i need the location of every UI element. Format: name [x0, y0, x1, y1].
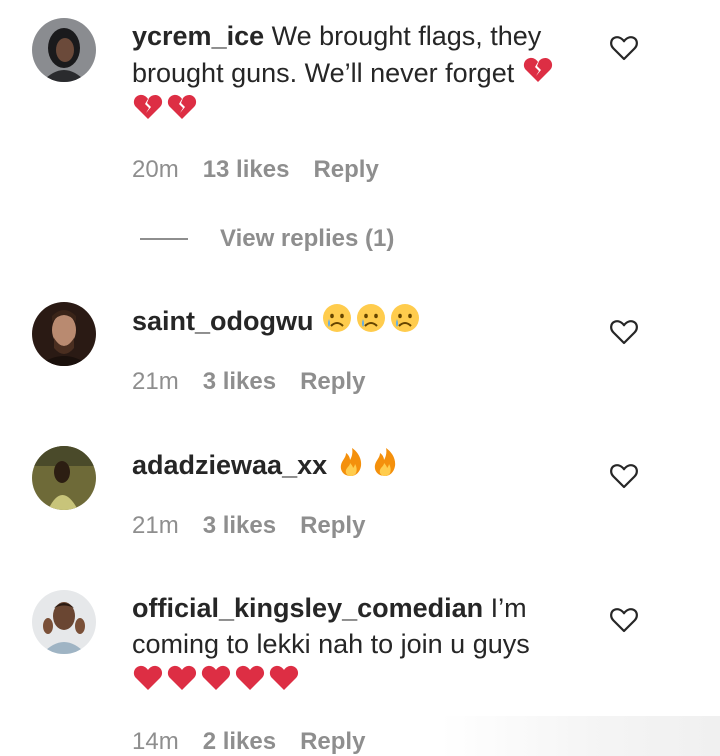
reply-button[interactable]: Reply	[313, 156, 378, 184]
comment-time: 14m	[132, 728, 179, 755]
avatar-image	[32, 590, 96, 654]
comment-time: 20m	[132, 156, 179, 183]
comment-time: 21m	[132, 512, 179, 539]
reply-button[interactable]: Reply	[300, 512, 365, 540]
red-heart-emoji	[166, 662, 198, 694]
broken-heart-emoji	[132, 91, 164, 123]
comment-username[interactable]: adadziewaa_xx	[132, 450, 327, 480]
like-heart-icon[interactable]	[608, 460, 640, 492]
emoji-group	[132, 662, 300, 694]
comment-body: adadziewaa_xx	[132, 446, 582, 483]
comment-meta: 14m 2 likes Reply	[132, 728, 365, 756]
comment-body: saint_odogwu	[132, 302, 582, 339]
avatar[interactable]	[32, 590, 96, 654]
comment-likes[interactable]: 13 likes	[203, 156, 290, 184]
avatar-image	[32, 302, 96, 366]
bottom-fade-overlay	[440, 716, 720, 756]
like-heart-icon[interactable]	[608, 604, 640, 636]
emoji-group	[335, 446, 401, 478]
avatar-image	[32, 18, 96, 82]
like-heart-icon[interactable]	[608, 32, 640, 64]
red-heart-emoji	[132, 662, 164, 694]
comment-meta: 20m 13 likes Reply	[132, 156, 379, 184]
comment-username[interactable]: ycrem_ice	[132, 21, 264, 51]
emoji-group	[321, 302, 421, 334]
view-replies-button[interactable]: View replies (1)	[140, 222, 394, 256]
view-replies-divider	[140, 238, 188, 240]
avatar[interactable]	[32, 18, 96, 82]
like-heart-icon[interactable]	[608, 316, 640, 348]
view-replies-label: View replies (1)	[220, 225, 395, 252]
comment-meta: 21m 3 likes Reply	[132, 368, 365, 396]
red-heart-emoji	[268, 662, 300, 694]
crying-face-emoji	[321, 302, 353, 334]
comment-meta: 21m 3 likes Reply	[132, 512, 365, 540]
fire-emoji	[335, 446, 367, 478]
comment-username[interactable]: official_kingsley_comedian	[132, 593, 483, 623]
reply-button[interactable]: Reply	[300, 368, 365, 396]
broken-heart-emoji	[522, 54, 554, 86]
reply-button[interactable]: Reply	[300, 728, 365, 756]
comment-likes[interactable]: 3 likes	[203, 368, 276, 396]
crying-face-emoji	[389, 302, 421, 334]
comment-likes[interactable]: 2 likes	[203, 728, 276, 756]
comment-time: 21m	[132, 368, 179, 395]
fire-emoji	[369, 446, 401, 478]
avatar[interactable]	[32, 446, 96, 510]
avatar[interactable]	[32, 302, 96, 366]
comment-body: official_kingsley_comedian I’m coming to…	[132, 590, 582, 699]
avatar-image	[32, 446, 96, 510]
comment-body: ycrem_ice We brought flags, they brought…	[132, 18, 582, 128]
emoji-group	[522, 54, 554, 86]
comment-username[interactable]: saint_odogwu	[132, 306, 314, 336]
red-heart-emoji	[234, 662, 266, 694]
broken-heart-emoji	[166, 91, 198, 123]
crying-face-emoji	[355, 302, 387, 334]
emoji-group	[132, 91, 198, 123]
red-heart-emoji	[200, 662, 232, 694]
comment-likes[interactable]: 3 likes	[203, 512, 276, 540]
